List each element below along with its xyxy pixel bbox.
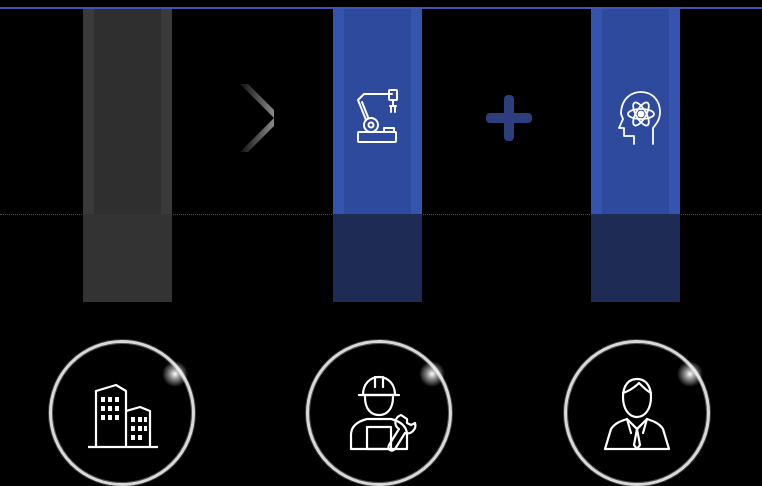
column-edge [669,9,680,214]
column-edge [333,9,344,214]
businessman-icon [603,377,671,451]
legacy-column [83,9,172,302]
column-lower [83,214,172,302]
ai-head-icon [617,91,661,145]
robot-arm-icon [356,89,398,143]
plus-icon [486,95,532,141]
column-edge [161,9,172,214]
infographic-canvas [0,0,762,486]
buildings-badge [49,340,195,486]
businessman-badge [564,340,710,486]
ai-brain-column [591,9,680,302]
column-edge [411,9,422,214]
buildings-icon [88,383,158,449]
column-lower [333,214,422,302]
column-upper [83,9,172,214]
worker-badge [306,340,452,486]
column-lower [591,214,680,302]
column-edge [591,9,602,214]
worker-icon [349,375,417,452]
column-edge [83,9,94,214]
chevron-right-icon [240,84,274,152]
robot-arm-column [333,9,422,302]
